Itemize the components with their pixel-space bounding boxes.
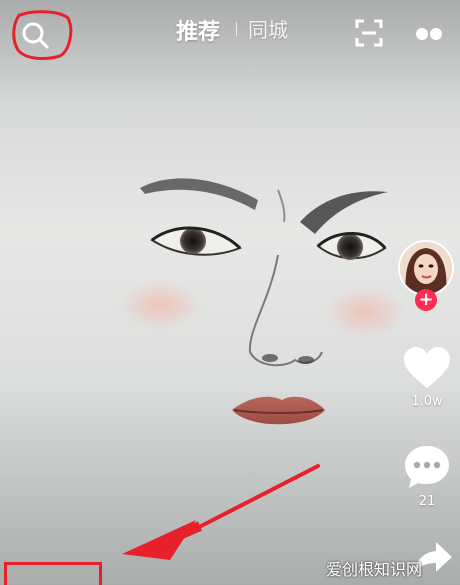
video-feed-screen: 推荐 同城 + 1.0w 21 爱创根知识网 [0, 0, 460, 585]
follow-button[interactable]: + [415, 289, 437, 311]
tab-divider [236, 22, 237, 36]
watermark-text: 爱创根知识网 [326, 560, 423, 579]
like-button[interactable]: 1.0w [400, 346, 454, 409]
left-eyebrow [140, 178, 258, 210]
video-content[interactable] [0, 0, 460, 585]
like-count: 1.0w [411, 394, 443, 409]
search-icon[interactable] [20, 20, 50, 50]
brow-crease [277, 189, 286, 223]
heart-icon [404, 347, 450, 388]
top-navigation-bar: 推荐 同城 [0, 0, 460, 62]
right-iris [337, 234, 363, 260]
comment-button[interactable]: 21 [400, 444, 454, 509]
avatar-portrait [400, 242, 452, 294]
comment-icon [405, 446, 449, 488]
creator-avatar-group[interactable]: + [398, 240, 458, 312]
scan-icon[interactable] [354, 18, 384, 48]
left-cheek [118, 279, 202, 331]
comment-count: 21 [418, 494, 436, 509]
left-iris [180, 228, 206, 254]
right-eyebrow [300, 191, 388, 234]
tab-same-city[interactable]: 同城 [248, 14, 288, 43]
right-cheek [325, 286, 405, 338]
avatar[interactable] [398, 240, 454, 296]
tab-recommend[interactable]: 推荐 [176, 14, 220, 46]
nose [248, 254, 323, 367]
more-icon[interactable] [414, 26, 444, 42]
